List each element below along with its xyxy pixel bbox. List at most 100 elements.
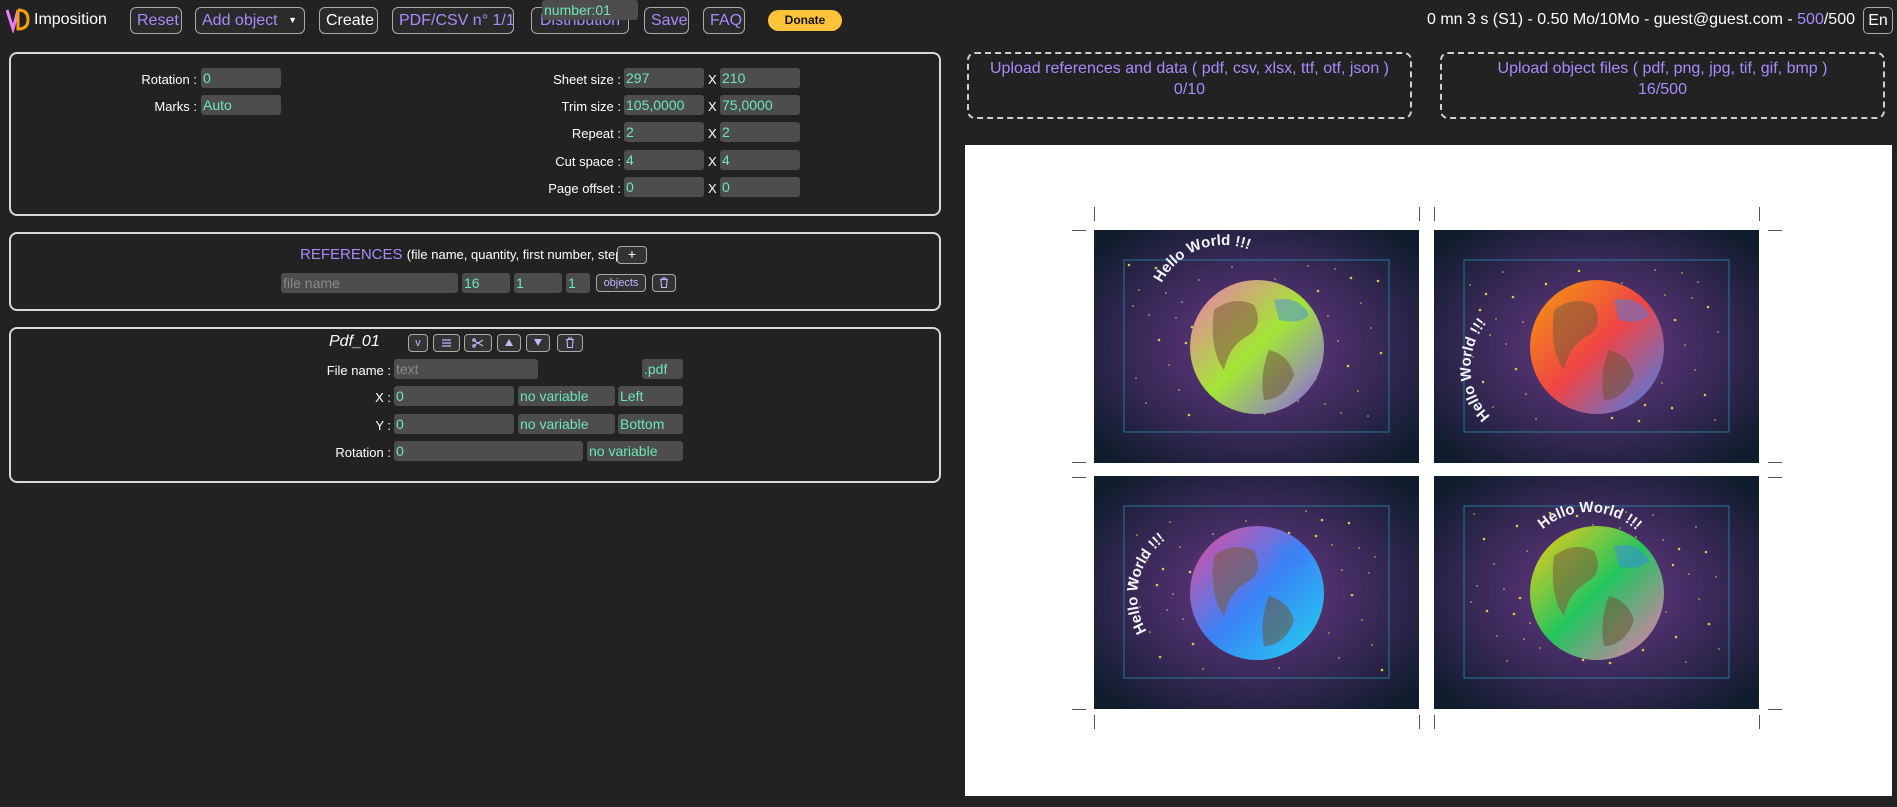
delete-reference-button[interactable] <box>652 274 676 292</box>
delete-object-button[interactable] <box>557 334 583 352</box>
cut-space-y-input[interactable]: 4 <box>720 150 800 170</box>
status-total: /500 <box>1823 11 1855 28</box>
add-reference-button[interactable]: + <box>617 246 647 264</box>
upload-references-dropzone[interactable]: Upload references and data ( pdf, csv, x… <box>967 52 1412 119</box>
status-info: 0 mn 3 s (S1) - 0.50 Mo/10Mo - guest@gue… <box>1426 11 1798 28</box>
object-rotation-input[interactable]: 0 <box>394 441 583 461</box>
references-title: REFERENCES <box>300 246 403 263</box>
object-rotation-label: Rotation : <box>335 445 391 460</box>
crop-mark <box>1072 462 1086 463</box>
logo-icon <box>6 8 30 33</box>
sheet-height-input[interactable]: 210 <box>720 68 800 88</box>
repeat-y-input[interactable]: 2 <box>720 122 800 142</box>
repeat-label: Repeat : <box>571 126 621 141</box>
page-offset-y-input[interactable]: 0 <box>720 177 800 197</box>
reference-quantity-input[interactable]: 16 <box>462 273 510 293</box>
trash-icon <box>566 337 574 349</box>
x-separator: X <box>708 154 717 169</box>
create-button[interactable]: Create <box>319 7 378 34</box>
x-input[interactable]: 0 <box>394 386 514 406</box>
marks-input[interactable]: Auto <box>201 95 281 115</box>
repeat-x-input[interactable]: 2 <box>624 122 704 142</box>
crop-mark <box>1768 477 1782 478</box>
add-object-dropdown[interactable]: Add object ▼ <box>195 7 305 34</box>
crop-mark <box>1072 477 1086 478</box>
x-separator: X <box>708 72 717 87</box>
move-up-button[interactable] <box>497 334 521 352</box>
top-bar: Imposition Reset Add object ▼ Create PDF… <box>0 0 1897 42</box>
crop-mark <box>1094 715 1095 729</box>
caret-down-icon: ▼ <box>288 15 297 25</box>
x-separator: X <box>708 126 717 141</box>
upload-objects-count: 16/500 <box>1638 81 1687 98</box>
list-object-button[interactable] <box>433 334 460 352</box>
faq-button[interactable]: FAQ <box>703 7 745 34</box>
y-align-select[interactable]: Bottom <box>618 414 683 434</box>
crop-mark <box>1768 709 1782 710</box>
toggle-object-button[interactable]: v <box>408 334 428 352</box>
rotation-variable-select[interactable]: no variable <box>587 441 683 461</box>
arrow-down-icon <box>534 339 542 346</box>
references-heading: REFERENCES (file name, quantity, first n… <box>300 246 627 263</box>
list-icon <box>442 339 451 347</box>
marks-label: Marks : <box>154 99 197 114</box>
x-separator: X <box>708 181 717 196</box>
app-name: Imposition <box>34 11 107 28</box>
imposed-card: Hello World !!! <box>1094 476 1419 709</box>
crop-mark <box>1434 207 1435 221</box>
save-button[interactable]: Save <box>644 7 689 34</box>
reset-button[interactable]: Reset <box>130 7 182 34</box>
imposed-card: Hello World !!! <box>1094 230 1419 463</box>
upload-references-label: Upload references and data ( pdf, csv, x… <box>990 60 1389 77</box>
move-down-button[interactable] <box>526 334 550 352</box>
x-label: X : <box>375 390 391 405</box>
upload-references-count: 0/10 <box>1173 81 1206 98</box>
reference-first-number-input[interactable]: 1 <box>514 273 562 293</box>
rotation-label: Rotation : <box>141 72 197 87</box>
duplicate-object-button[interactable] <box>464 334 492 352</box>
status-text: 0 mn 3 s (S1) - 0.50 Mo/10Mo - guest@gue… <box>1427 11 1855 29</box>
sheet-preview[interactable]: Hello World !!! Hello World !!! Hello Wo… <box>965 145 1892 796</box>
y-variable-select[interactable]: no variable <box>518 414 615 434</box>
reference-step-input[interactable]: 1 <box>566 273 590 293</box>
references-panel <box>9 232 941 311</box>
arrow-up-icon <box>505 339 513 346</box>
upload-objects-dropzone[interactable]: Upload object files ( pdf, png, jpg, tif… <box>1440 52 1885 119</box>
object-file-name-input[interactable]: text <box>394 359 538 379</box>
trim-width-input[interactable]: 105,0000 <box>624 95 704 115</box>
language-button[interactable]: En <box>1863 7 1893 34</box>
crop-mark <box>1419 715 1420 729</box>
trim-size-label: Trim size : <box>561 99 621 114</box>
pdf-csv-button[interactable]: PDF/CSV n° 1/1 <box>392 7 515 34</box>
page-offset-label: Page offset : <box>548 181 621 196</box>
y-label: Y : <box>375 418 391 433</box>
file-name-label: File name : <box>326 363 391 378</box>
crop-mark <box>1434 715 1435 729</box>
crop-mark <box>1768 462 1782 463</box>
references-subtitle: (file name, quantity, first number, step… <box>406 247 627 262</box>
crop-mark <box>1072 230 1086 231</box>
trash-icon <box>660 277 668 289</box>
crop-mark <box>1419 207 1420 221</box>
add-object-label: Add object <box>202 12 278 29</box>
status-count: 500 <box>1797 11 1824 28</box>
objects-button[interactable]: objects <box>596 274 646 292</box>
app-logo[interactable]: Imposition <box>6 7 107 33</box>
donate-button[interactable]: Donate <box>768 10 842 31</box>
crop-mark <box>1759 207 1760 221</box>
sheet-width-input[interactable]: 297 <box>624 68 704 88</box>
x-variable-select[interactable]: no variable <box>518 386 615 406</box>
scissors-icon <box>472 338 484 348</box>
crop-mark <box>1768 230 1782 231</box>
cut-space-x-input[interactable]: 4 <box>624 150 704 170</box>
rotation-input[interactable]: 0 <box>201 68 281 88</box>
reference-file-name-input[interactable]: file name <box>281 273 458 293</box>
numbering-input[interactable]: number:01 <box>542 0 638 20</box>
page-offset-x-input[interactable]: 0 <box>624 177 704 197</box>
trim-height-input[interactable]: 75,0000 <box>720 95 800 115</box>
x-align-select[interactable]: Left <box>618 386 683 406</box>
extension-input[interactable]: .pdf <box>642 359 683 379</box>
y-input[interactable]: 0 <box>394 414 514 434</box>
cut-space-label: Cut space : <box>555 154 621 169</box>
object-title: Pdf_01 <box>329 333 380 350</box>
